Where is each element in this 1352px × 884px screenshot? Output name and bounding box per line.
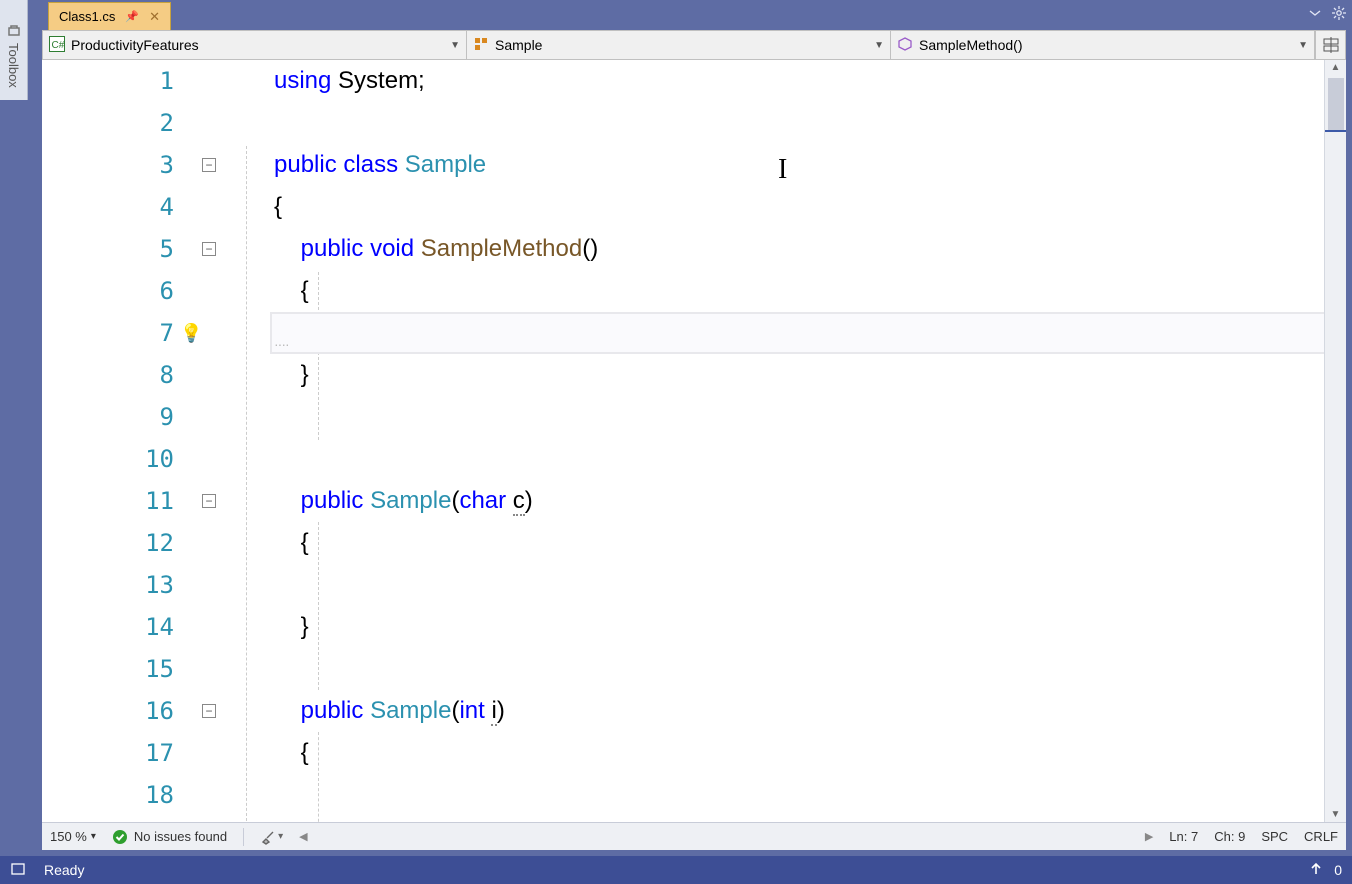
code-line[interactable]: { xyxy=(220,186,1346,228)
status-ready-text: Ready xyxy=(44,862,84,878)
chevron-down-icon: ▼ xyxy=(450,40,460,51)
zoom-value: 150 % xyxy=(50,829,87,844)
zoom-selector[interactable]: 150 % ▾ xyxy=(50,829,96,844)
toolbox-panel-tab[interactable]: Toolbox xyxy=(0,0,28,100)
fold-toggle[interactable]: − xyxy=(202,242,216,256)
chevron-down-icon: ▾ xyxy=(91,831,96,842)
member-dropdown[interactable]: SampleMethod() ▼ xyxy=(891,31,1315,59)
line-number[interactable]: 18 xyxy=(42,774,220,816)
line-number[interactable]: 7💡 xyxy=(42,312,220,354)
code-line[interactable]: − public void SampleMethod() xyxy=(220,228,1346,270)
line-number[interactable]: 17 xyxy=(42,732,220,774)
publish-arrow-icon[interactable] xyxy=(1310,862,1322,879)
code-line[interactable] xyxy=(220,102,1346,144)
split-editor-button[interactable] xyxy=(1315,31,1345,59)
column-indicator[interactable]: Ch: 9 xyxy=(1214,829,1245,844)
code-line[interactable] xyxy=(220,396,1346,438)
line-number[interactable]: 15 xyxy=(42,648,220,690)
code-line[interactable]: { xyxy=(220,270,1346,312)
line-number[interactable]: 5 xyxy=(42,228,220,270)
class-dropdown[interactable]: Sample ▼ xyxy=(467,31,891,59)
toolbox-icon xyxy=(7,23,21,37)
lightbulb-icon[interactable]: 💡 xyxy=(180,323,202,344)
indent-indicator[interactable]: SPC xyxy=(1261,829,1288,844)
code-line[interactable] xyxy=(220,438,1346,480)
line-number[interactable]: 16 xyxy=(42,690,220,732)
whitespace-dots: ···· xyxy=(274,336,289,352)
scroll-down-arrow[interactable]: ▼ xyxy=(1325,809,1346,820)
scroll-up-arrow[interactable]: ▲ xyxy=(1325,62,1346,73)
pending-changes-count[interactable]: 0 xyxy=(1334,862,1342,878)
code-line[interactable] xyxy=(220,564,1346,606)
current-line-highlight xyxy=(270,312,1342,354)
chevron-down-icon: ▼ xyxy=(1298,40,1308,51)
line-number[interactable]: 10 xyxy=(42,438,220,480)
line-number[interactable]: 14 xyxy=(42,606,220,648)
line-number[interactable]: 12 xyxy=(42,522,220,564)
code-line[interactable]: ···· xyxy=(220,312,1346,354)
code-line[interactable]: } xyxy=(220,354,1346,396)
line-number[interactable]: 1 xyxy=(42,60,220,102)
check-circle-icon xyxy=(112,829,128,845)
navigation-dropdowns: C# ProductivityFeatures ▼ Sample ▼ Sampl… xyxy=(42,30,1346,60)
line-number[interactable]: 11 xyxy=(42,480,220,522)
gear-icon[interactable] xyxy=(1332,6,1346,20)
overview-ruler xyxy=(1325,78,1346,804)
class-icon xyxy=(473,36,489,55)
line-number[interactable]: 8 xyxy=(42,354,220,396)
code-line[interactable]: − public Sample(int i) xyxy=(220,690,1346,732)
code-line[interactable]: −public class Sample xyxy=(220,144,1346,186)
track-changes-button[interactable]: ▾ xyxy=(260,829,283,845)
file-tab-title: Class1.cs xyxy=(59,9,115,24)
code-line[interactable]: − public Sample(char c) xyxy=(220,480,1346,522)
code-line[interactable]: } xyxy=(220,606,1346,648)
class-dropdown-label: Sample xyxy=(495,37,542,53)
fold-toggle[interactable]: − xyxy=(202,494,216,508)
svg-text:C#: C# xyxy=(52,40,65,51)
csharp-icon: C# xyxy=(49,36,65,55)
chevron-down-icon: ▾ xyxy=(278,831,283,842)
code-line[interactable] xyxy=(220,648,1346,690)
member-dropdown-label: SampleMethod() xyxy=(919,37,1023,53)
code-line[interactable]: { xyxy=(220,732,1346,774)
scroll-left-arrow[interactable]: ◀ xyxy=(299,830,307,843)
status-bar: Ready 0 xyxy=(0,856,1352,884)
line-number[interactable]: 4 xyxy=(42,186,220,228)
status-app-icon xyxy=(10,861,26,880)
line-indicator[interactable]: Ln: 7 xyxy=(1169,829,1198,844)
line-number[interactable]: 2 xyxy=(42,102,220,144)
issues-text: No issues found xyxy=(134,829,227,844)
line-ending-indicator[interactable]: CRLF xyxy=(1304,829,1338,844)
scroll-right-arrow[interactable]: ▶ xyxy=(1145,830,1153,843)
line-number[interactable]: 6 xyxy=(42,270,220,312)
split-horizontal-icon xyxy=(1323,37,1339,53)
project-dropdown[interactable]: C# ProductivityFeatures ▼ xyxy=(43,31,467,59)
tab-bar: Class1.cs 📌 ✕ xyxy=(0,0,1352,30)
chevron-down-icon: ▼ xyxy=(874,40,884,51)
error-list-summary[interactable]: No issues found xyxy=(112,829,227,845)
pin-icon[interactable]: 📌 xyxy=(125,10,139,23)
fold-toggle[interactable]: − xyxy=(202,704,216,718)
vertical-scrollbar[interactable]: ▲ ▼ xyxy=(1324,60,1346,822)
line-number[interactable]: 9 xyxy=(42,396,220,438)
window-position-icon[interactable] xyxy=(1308,6,1322,20)
line-number[interactable]: 13 xyxy=(42,564,220,606)
line-number[interactable]: 3 xyxy=(42,144,220,186)
file-tab[interactable]: Class1.cs 📌 ✕ xyxy=(48,2,171,30)
brush-icon xyxy=(260,829,276,845)
code-line[interactable]: using System; xyxy=(220,60,1346,102)
editor-bottom-bar: 150 % ▾ No issues found ▾ ◀ ▶ Ln: 7 Ch: … xyxy=(42,822,1346,850)
code-editor[interactable]: 1234567💡89101112131415161718 I using Sys… xyxy=(42,60,1346,822)
toolbox-label: Toolbox xyxy=(6,43,21,88)
code-line[interactable]: { xyxy=(220,522,1346,564)
project-dropdown-label: ProductivityFeatures xyxy=(71,37,199,53)
fold-toggle[interactable]: − xyxy=(202,158,216,172)
close-tab-icon[interactable]: ✕ xyxy=(149,9,160,25)
code-line[interactable] xyxy=(220,774,1346,816)
method-icon xyxy=(897,36,913,55)
